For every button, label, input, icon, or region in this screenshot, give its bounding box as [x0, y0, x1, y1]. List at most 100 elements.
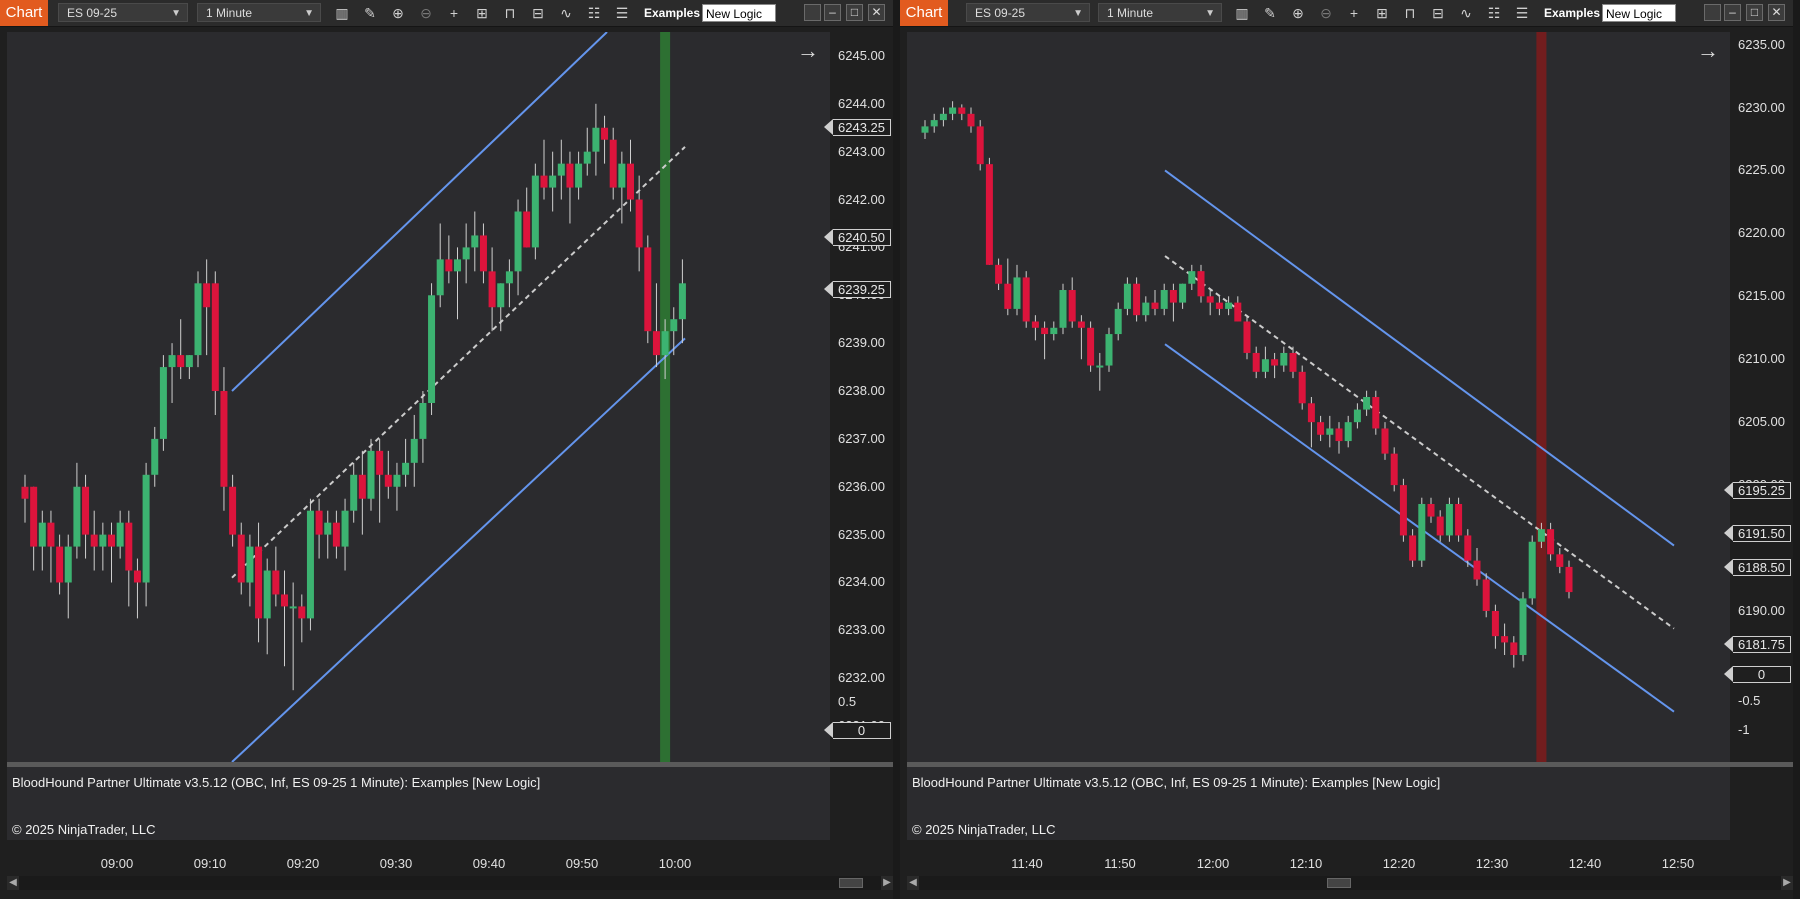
instrument-selector[interactable]: ES 09-25 ▼: [58, 3, 188, 22]
candle-down: [90, 534, 98, 547]
list-icon[interactable]: ☰: [612, 3, 632, 23]
interval-selector[interactable]: 1 Minute ▼: [197, 3, 321, 22]
arrow-right-icon[interactable]: →: [797, 38, 819, 64]
tile-icon[interactable]: [804, 4, 821, 21]
candle-down: [332, 522, 340, 547]
candle-down: [1409, 535, 1417, 561]
candle-down: [985, 164, 993, 265]
candle-up: [471, 235, 479, 248]
price-tick-label: 6234.00: [838, 574, 885, 590]
candle-down: [1041, 327, 1049, 335]
candle-up: [1160, 290, 1168, 309]
logic-input[interactable]: New Logic: [1602, 4, 1676, 22]
candle-up: [1225, 302, 1233, 309]
scroll-thumb[interactable]: [839, 878, 863, 888]
templates-icon[interactable]: ∿: [1456, 3, 1476, 23]
list-icon[interactable]: ☰: [1512, 3, 1532, 23]
bar-type-icon[interactable]: ▥: [332, 3, 352, 23]
zoom-out-icon[interactable]: ⊖: [1316, 3, 1336, 23]
chart-toolbar: Chart ES 09-25 ▼ 1 Minute ▼ ▥ ✎ ⊕ ⊖ + ⊞ ⊓ …: [0, 0, 893, 27]
candle-down: [376, 450, 384, 475]
scroll-left-icon[interactable]: ◀: [907, 876, 919, 890]
candle-down: [1169, 290, 1177, 303]
templates-icon[interactable]: ∿: [556, 3, 576, 23]
scroll-thumb[interactable]: [1327, 878, 1351, 888]
price-tick-label: 6190.00: [1738, 602, 1785, 618]
strategies-icon[interactable]: ⊟: [528, 3, 548, 23]
strategies-icon[interactable]: ⊟: [1428, 3, 1448, 23]
close-icon[interactable]: ✕: [1768, 4, 1785, 21]
instrument-selector[interactable]: ES 09-25 ▼: [966, 3, 1090, 22]
price-tick-label: 6239.00: [838, 335, 885, 351]
time-tick-label: 12:00: [1196, 856, 1230, 871]
indicators-icon[interactable]: ⊓: [1400, 3, 1420, 23]
indicators-icon[interactable]: ⊓: [500, 3, 520, 23]
candle-up: [1114, 308, 1122, 335]
candle-up: [116, 522, 124, 547]
scroll-right-icon[interactable]: ▶: [1781, 876, 1793, 890]
maximize-icon[interactable]: □: [1746, 4, 1763, 21]
channel-lower-line: [231, 337, 686, 762]
draw-tool-icon[interactable]: ✎: [1260, 3, 1280, 23]
indicator-title: BloodHound Partner Ultimate v3.5.12 (OBC…: [12, 775, 541, 790]
time-axis[interactable]: 11:40 11:50 12:00 12:10 12:20 12:30 12:40 12:50: [907, 840, 1730, 876]
crosshair-icon[interactable]: +: [1344, 3, 1364, 23]
candle-up: [38, 522, 46, 547]
price-tick-label: 6233.00: [838, 622, 885, 638]
crosshair-icon[interactable]: +: [444, 3, 464, 23]
candle-up: [678, 283, 686, 320]
price-plot[interactable]: [7, 32, 830, 762]
candle-up: [1261, 359, 1269, 372]
minimize-icon[interactable]: –: [1724, 4, 1741, 21]
minimize-icon[interactable]: –: [824, 4, 841, 21]
arrow-right-icon[interactable]: →: [1697, 38, 1719, 64]
price-tick-label: 6230.00: [1738, 99, 1785, 115]
tile-icon[interactable]: [1704, 4, 1721, 21]
instrument-value: ES 09-25: [67, 6, 118, 20]
time-tick-label: 12:10: [1289, 856, 1323, 871]
zoom-in-icon[interactable]: ⊕: [1288, 3, 1308, 23]
zoom-out-icon[interactable]: ⊖: [416, 3, 436, 23]
horizontal-scrollbar[interactable]: ◀ ▶: [7, 876, 893, 890]
price-chart-svg: [21, 32, 686, 762]
candle-down: [601, 127, 609, 140]
logic-input[interactable]: New Logic: [702, 4, 776, 22]
price-axis[interactable]: 6235.00 6230.00 6225.00 6220.00 6215.00 6210.…: [1724, 32, 1793, 840]
data-box-icon[interactable]: ☷: [584, 3, 604, 23]
chart-tab[interactable]: Chart: [0, 0, 48, 26]
price-axis[interactable]: 6245.006244.006243.006242.006241.006240.…: [824, 32, 893, 840]
instrument-value: ES 09-25: [975, 6, 1026, 20]
draw-tool-icon[interactable]: ✎: [360, 3, 380, 23]
candle-up: [549, 175, 557, 188]
candle-down: [1482, 579, 1490, 611]
maximize-icon[interactable]: □: [846, 4, 863, 21]
zoom-in-icon[interactable]: ⊕: [388, 3, 408, 23]
candle-down: [488, 271, 496, 308]
candle-up: [462, 247, 470, 260]
time-axis[interactable]: 09:00 09:10 09:20 09:30 09:40 09:50 10:00: [7, 840, 830, 876]
price-plot[interactable]: [907, 32, 1730, 762]
chart-tab[interactable]: Chart: [900, 0, 948, 26]
candle-up: [393, 474, 401, 487]
horizontal-scrollbar[interactable]: ◀ ▶: [907, 876, 1793, 890]
candle-down: [635, 199, 643, 248]
candle-down: [47, 522, 55, 547]
time-tick-label: 09:30: [379, 856, 413, 871]
scroll-right-icon[interactable]: ▶: [881, 876, 893, 890]
indicator-title: BloodHound Partner Ultimate v3.5.12 (OBC…: [912, 775, 1441, 790]
candle-down: [229, 486, 237, 535]
data-box-icon[interactable]: ☷: [1484, 3, 1504, 23]
properties-icon[interactable]: ⊞: [472, 3, 492, 23]
time-tick-label: 09:00: [100, 856, 134, 871]
candle-down: [281, 594, 288, 607]
candle-down: [1335, 428, 1343, 442]
properties-icon[interactable]: ⊞: [1372, 3, 1392, 23]
price-marker: 6240.50: [824, 229, 891, 246]
indicator-tick-label: -0.5: [1738, 693, 1761, 708]
scroll-left-icon[interactable]: ◀: [7, 876, 19, 890]
close-icon[interactable]: ✕: [868, 4, 885, 21]
bar-type-icon[interactable]: ▥: [1232, 3, 1252, 23]
interval-selector[interactable]: 1 Minute ▼: [1098, 3, 1222, 22]
candle-down: [237, 534, 245, 583]
candle-up: [289, 606, 297, 609]
